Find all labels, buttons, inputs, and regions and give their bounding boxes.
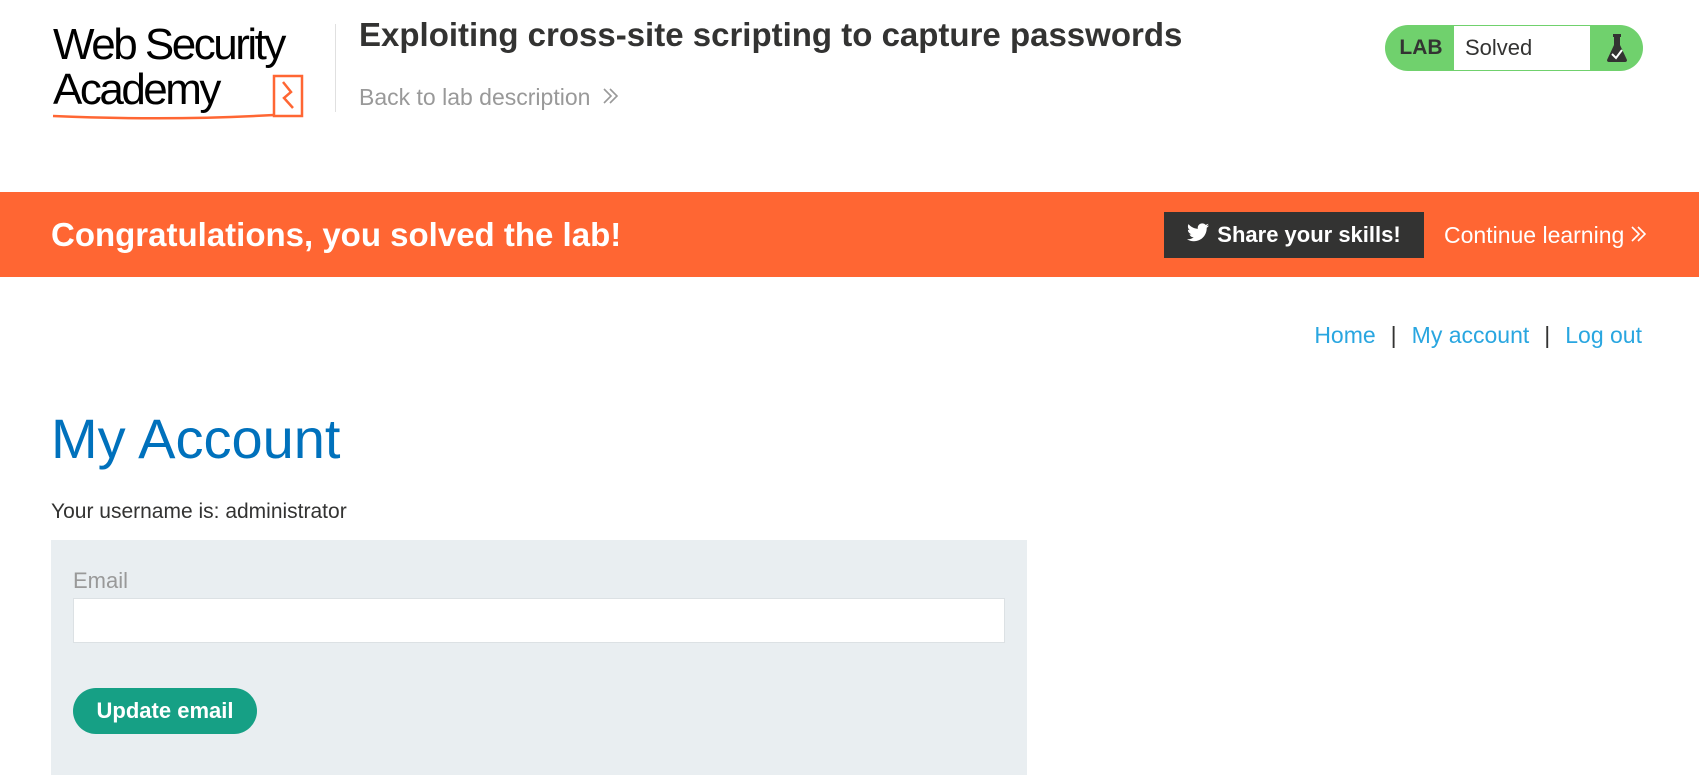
nav-separator: | — [1544, 322, 1551, 348]
account-nav: Home | My account | Log out — [1314, 322, 1642, 349]
continue-learning-label: Continue learning — [1444, 222, 1625, 248]
share-skills-button[interactable]: Share your skills! — [1164, 212, 1424, 258]
nav-log-out-link[interactable]: Log out — [1565, 322, 1642, 349]
back-link-label: Back to lab description — [359, 84, 591, 110]
lab-solved-banner: Congratulations, you solved the lab! Sha… — [0, 192, 1699, 277]
lab-status-badge: LAB Solved — [1385, 25, 1643, 71]
lab-tag: LAB — [1399, 36, 1443, 59]
username-text: Your username is: administrator — [51, 500, 347, 523]
flask-check-icon — [1591, 25, 1643, 71]
lab-status-text: Solved — [1453, 25, 1591, 71]
double-chevron-right-icon — [602, 84, 620, 111]
update-email-button[interactable]: Update email — [73, 688, 257, 734]
page-title: My Account — [51, 407, 341, 470]
share-skills-label: Share your skills! — [1217, 222, 1401, 247]
lab-title: Exploiting cross-site scripting to captu… — [359, 16, 1183, 53]
lab-header: Web Security Academy Exploiting cross-si… — [0, 0, 1699, 192]
svg-text:Academy: Academy — [53, 65, 221, 114]
nav-my-account-link[interactable]: My account — [1412, 322, 1530, 349]
double-chevron-right-icon — [1630, 222, 1648, 249]
change-email-form: Email Update email — [51, 540, 1027, 775]
back-to-lab-description-link[interactable]: Back to lab description — [359, 84, 620, 111]
twitter-icon — [1187, 222, 1210, 248]
nav-home-link[interactable]: Home — [1314, 322, 1375, 349]
web-security-academy-logo[interactable]: Web Security Academy — [51, 22, 336, 122]
solved-message: Congratulations, you solved the lab! — [51, 216, 622, 253]
email-label: Email — [73, 568, 129, 593]
header-divider — [335, 24, 336, 112]
svg-text:Web Security: Web Security — [53, 22, 286, 69]
nav-separator: | — [1390, 322, 1397, 348]
email-input[interactable] — [73, 598, 1005, 643]
continue-learning-link[interactable]: Continue learning — [1444, 222, 1648, 249]
